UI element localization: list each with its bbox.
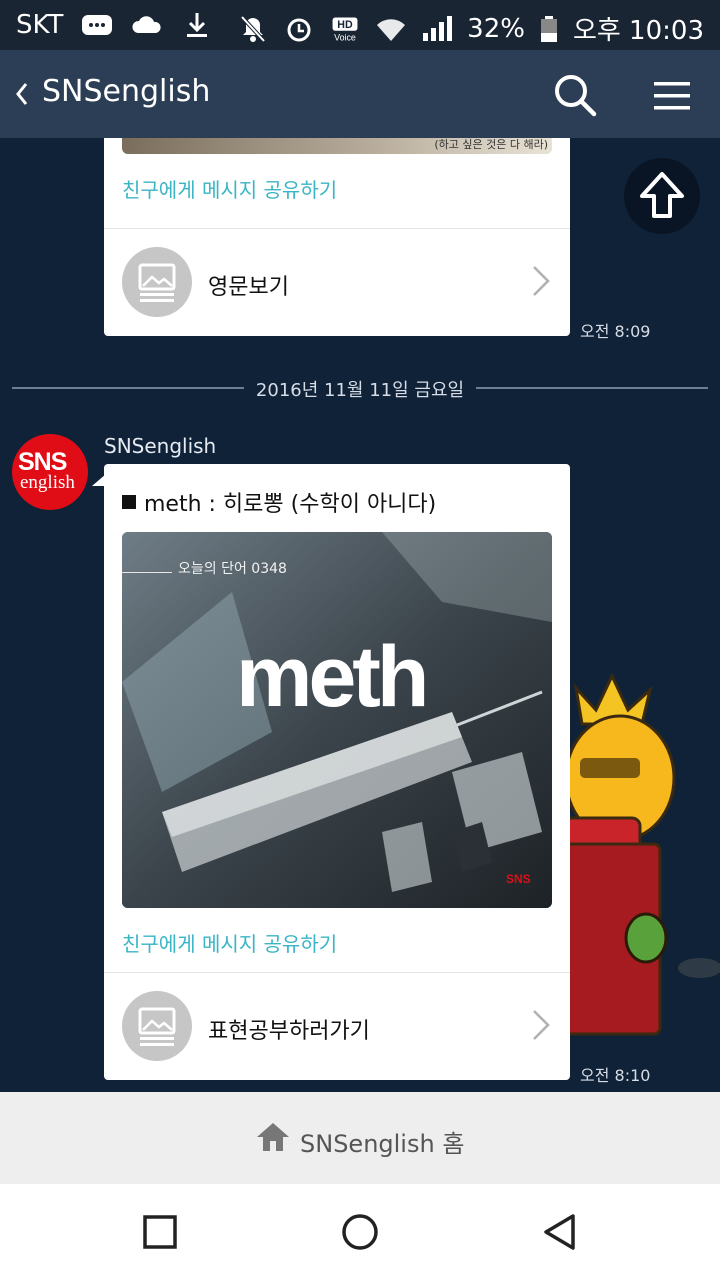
bullet-square-icon xyxy=(122,495,136,509)
mute-icon xyxy=(240,15,266,42)
alarm-icon xyxy=(287,18,311,41)
image-word-label: 오늘의 단어 0348 xyxy=(178,561,287,577)
image-label-line xyxy=(122,572,172,573)
home-link-label: SNSenglish 홈 xyxy=(300,1130,465,1158)
back-nav-icon[interactable] xyxy=(540,1212,580,1252)
clock: 오후 10:03 xyxy=(572,16,704,46)
image-word: meth xyxy=(236,629,429,725)
share-link[interactable]: 친구에게 메시지 공유하기 xyxy=(122,174,337,203)
link-row[interactable]: 영문보기 xyxy=(104,229,570,335)
chat-area[interactable]: (하고 싶은 것은 다 해라) 친구에게 메시지 공유하기 영문보기 오전 8:… xyxy=(0,138,720,1092)
home-icon xyxy=(257,1123,289,1151)
hd-voice-icon: HDVoice xyxy=(332,16,358,42)
link-label: 표현공부하러가기 xyxy=(208,1019,370,1044)
message-time: 오전 8:10 xyxy=(580,1066,651,1085)
battery-icon xyxy=(540,15,557,42)
image-watermark-logo: SNS xyxy=(506,872,531,886)
message-title: meth : 히로뽕 (수학이 아니다) xyxy=(122,486,436,518)
recent-apps-icon[interactable] xyxy=(140,1212,180,1252)
image-caption: (하고 싶은 것은 다 해라) xyxy=(434,138,548,151)
message-image[interactable]: 오늘의 단어 0348 meth SNS xyxy=(122,532,552,908)
message-card: (하고 싶은 것은 다 해라) 친구에게 메시지 공유하기 영문보기 xyxy=(104,138,570,336)
system-nav-bar xyxy=(0,1184,720,1280)
message-card: meth : 히로뽕 (수학이 아니다) 오늘의 단어 0348 meth SN… xyxy=(104,464,570,1080)
carrier-label: SKT xyxy=(16,10,64,40)
mascot-illustration xyxy=(560,672,720,1036)
message-time: 오전 8:09 xyxy=(580,322,651,341)
home-nav-icon[interactable] xyxy=(340,1212,380,1252)
wifi-icon xyxy=(377,18,406,41)
image-icon xyxy=(122,247,192,317)
battery-percent: 32% xyxy=(467,13,525,44)
avatar-logo-subtext: english xyxy=(20,472,75,493)
link-row[interactable]: 표현공부하러가기 xyxy=(104,973,570,1079)
page-title: SNSenglish xyxy=(42,74,211,109)
avatar[interactable]: SNS english xyxy=(12,434,88,510)
cloud-icon xyxy=(132,16,162,33)
image-icon xyxy=(122,991,192,1061)
download-icon xyxy=(187,13,208,37)
chevron-right-icon xyxy=(533,1010,550,1040)
arrow-up-icon xyxy=(640,172,684,218)
svg-text:Voice: Voice xyxy=(334,32,356,42)
link-label: 영문보기 xyxy=(208,275,289,300)
date-separator: 2016년 11월 11일 금요일 xyxy=(12,376,708,401)
hamburger-menu-icon[interactable] xyxy=(650,74,694,118)
search-icon[interactable] xyxy=(552,72,598,118)
back-chevron-icon[interactable] xyxy=(12,76,32,112)
scroll-to-top-button[interactable] xyxy=(624,158,700,234)
sender-name: SNSenglish xyxy=(104,434,217,458)
message-image[interactable]: (하고 싶은 것은 다 해라) xyxy=(122,138,552,154)
share-link[interactable]: 친구에게 메시지 공유하기 xyxy=(122,928,337,957)
status-bar: SKT HD Voice 32% 오후 10:03 xyxy=(0,0,720,50)
svg-text:HD: HD xyxy=(337,19,353,31)
home-bar[interactable]: SNSenglish 홈 xyxy=(0,1092,720,1184)
date-label: 2016년 11월 11일 금요일 xyxy=(255,380,465,401)
message-title-text: meth : 히로뽕 (수학이 아니다) xyxy=(144,492,437,517)
chevron-right-icon xyxy=(533,266,550,296)
message-icon xyxy=(82,15,113,35)
app-bar: SNSenglish xyxy=(0,50,720,138)
signal-icon xyxy=(423,15,453,41)
